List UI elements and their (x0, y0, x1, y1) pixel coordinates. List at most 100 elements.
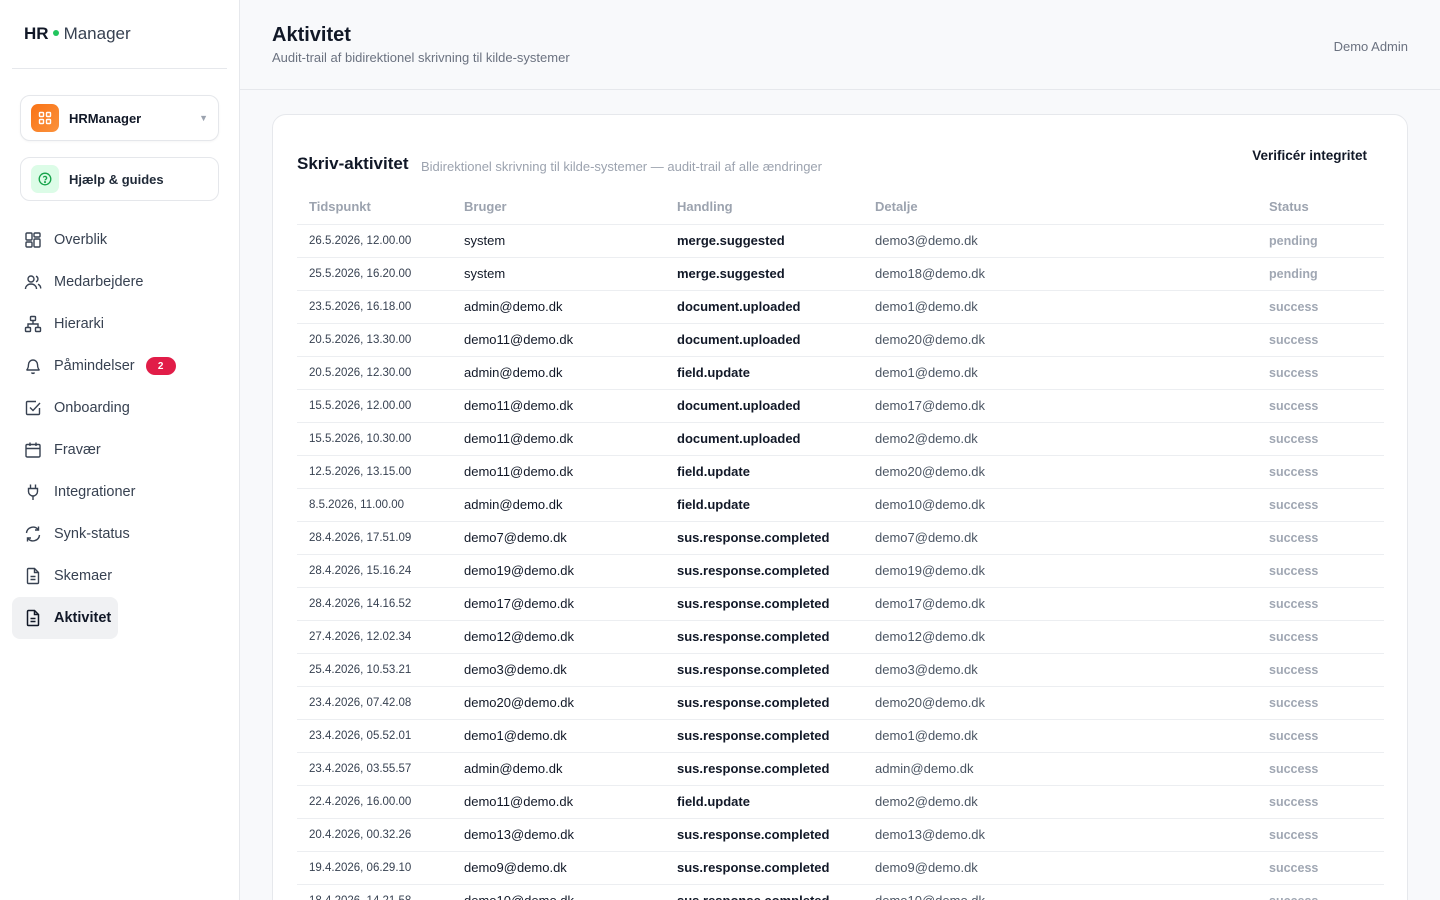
table-row[interactable]: 23.4.2026, 03.55.57 admin@demo.dk sus.resp… (297, 752, 1384, 786)
nav-item-skemaer[interactable]: Skemaer (12, 555, 228, 597)
nav-label: Onboarding (54, 400, 130, 416)
table-row[interactable]: 12.5.2026, 13.15.00 demo11@demo.dk field.u… (297, 455, 1384, 489)
cell-detail: admin@demo.dk (863, 752, 1257, 786)
cell-detail: demo17@demo.dk (863, 587, 1257, 621)
cell-user: demo9@demo.dk (452, 851, 665, 885)
table-row[interactable]: 15.5.2026, 12.00.00 demo11@demo.dk documen… (297, 389, 1384, 423)
logo-dot (52, 30, 59, 36)
column-header[interactable]: Detalje (863, 190, 1257, 225)
cell-action: sus.response.completed (665, 818, 863, 852)
cell-user: demo11@demo.dk (452, 455, 665, 489)
nav-item-medarbejdere[interactable]: Medarbejdere (12, 261, 228, 303)
cell-status: success (1257, 488, 1384, 522)
table-row[interactable]: 22.4.2026, 16.00.00 demo11@demo.dk field.u… (297, 785, 1384, 819)
nav-label: Medarbejdere (54, 274, 144, 290)
activity-card: Skriv-aktivitet Bidirektionel skrivning … (272, 114, 1408, 900)
table-row[interactable]: 25.4.2026, 10.53.21 demo3@demo.dk sus.resp… (297, 653, 1384, 687)
bell-icon (26, 359, 40, 375)
cell-status: success (1257, 356, 1384, 390)
cell-detail: demo13@demo.dk (863, 818, 1257, 852)
nav-item-hierarki[interactable]: Hierarki (12, 303, 228, 345)
cell-detail: demo18@demo.dk (863, 257, 1257, 291)
cell-user: demo20@demo.dk (452, 686, 665, 720)
cell-status: success (1257, 521, 1384, 555)
cell-status: success (1257, 620, 1384, 654)
cell-status: pending (1257, 257, 1384, 291)
cell-detail: demo20@demo.dk (863, 323, 1257, 357)
cell-user: demo11@demo.dk (452, 323, 665, 357)
cell-user: demo11@demo.dk (452, 389, 665, 423)
cell-detail: demo20@demo.dk (863, 455, 1257, 489)
cell-timestamp: 28.4.2026, 17.51.09 (297, 521, 452, 555)
table-body: 26.5.2026, 12.00.00 system merge.suggested… (297, 224, 1384, 900)
table-row[interactable]: 23.4.2026, 05.52.01 demo1@demo.dk sus.resp… (297, 719, 1384, 753)
nav-item-integrationer[interactable]: Integrationer (12, 471, 228, 513)
cell-action: field.update (665, 785, 863, 819)
nav-item-paamindelser[interactable]: Påmindelser 2 (12, 345, 228, 387)
cell-action: sus.response.completed (665, 719, 863, 753)
cell-status: success (1257, 389, 1384, 423)
table-header-row: Tidspunkt Bruger Handling Detalje Status (297, 190, 1384, 225)
cell-action: sus.response.completed (665, 686, 863, 720)
cell-status: success (1257, 290, 1384, 324)
page-title: Aktivitet (272, 24, 351, 46)
logo-hr: HR (24, 24, 49, 43)
card-subtitle: Bidirektionel skrivning til kilde-system… (421, 159, 822, 174)
verify-integrity-button[interactable]: Verificér integritet (1252, 148, 1367, 163)
table-row[interactable]: 20.5.2026, 12.30.00 admin@demo.dk field.up… (297, 356, 1384, 390)
cell-action: sus.response.completed (665, 620, 863, 654)
table-row[interactable]: 18.4.2026, 14.21.58demo10@demo.dksus.res… (297, 884, 1384, 900)
cell-timestamp: 28.4.2026, 15.16.24 (297, 554, 452, 588)
nav-item-fravaer[interactable]: Fravær (12, 429, 228, 471)
table-row[interactable]: 23.4.2026, 07.42.08 demo20@demo.dk sus.res… (297, 686, 1384, 720)
table-row[interactable]: 19.4.2026, 06.29.10 demo9@demo.dk sus.resp… (297, 851, 1384, 885)
cell-detail: demo20@demo.dk (863, 686, 1257, 720)
table-row[interactable]: 28.4.2026, 14.16.52 demo17@demo.dk sus.res… (297, 587, 1384, 621)
table-row[interactable]: 28.4.2026, 17.51.09 demo7@demo.dk sus.resp… (297, 521, 1384, 555)
table-row[interactable]: 15.5.2026, 10.30.00 demo11@demo.dk documen… (297, 422, 1384, 456)
cell-user: demo17@demo.dk (452, 587, 665, 621)
file-text-icon (26, 609, 40, 627)
nav-label: Aktivitet (54, 610, 112, 626)
cell-timestamp: 8.5.2026, 11.00.00 (297, 488, 452, 522)
table-row[interactable]: 25.5.2026, 16.20.00 system merge.suggested… (297, 257, 1384, 291)
cell-detail: demo7@demo.dk (863, 521, 1257, 555)
table-row[interactable]: 20.4.2026, 00.32.26 demo13@demo.dk sus.res… (297, 818, 1384, 852)
cell-detail: demo2@demo.dk (863, 422, 1257, 456)
chevron-down-icon: ▼ (199, 113, 208, 123)
cell-user: admin@demo.dk (452, 488, 665, 522)
table-row[interactable]: 20.5.2026, 13.30.00 demo11@demo.dk documen… (297, 323, 1384, 357)
nav-item-onboarding[interactable]: Onboarding (12, 387, 228, 429)
page-subtitle: Audit-trail af bidirektionel skrivning t… (272, 50, 570, 65)
nav-item-synk-status[interactable]: Synk-status (12, 513, 228, 555)
cell-detail: demo10@demo.dk (863, 488, 1257, 522)
column-header[interactable]: Tidspunkt (297, 190, 452, 225)
table-row[interactable]: 27.4.2026, 12.02.34 demo12@demo.dk sus.res… (297, 620, 1384, 654)
column-header[interactable]: Handling (665, 190, 863, 225)
help-guides-button[interactable]: Hjælp & guides (20, 157, 219, 201)
cell-detail: demo1@demo.dk (863, 356, 1257, 390)
cell-detail: demo10@demo.dk (863, 884, 1257, 900)
table-row[interactable]: 8.5.2026, 11.00.00 admin@demo.dk field.upd… (297, 488, 1384, 522)
table-row[interactable]: 23.5.2026, 16.18.00 admin@demo.dk document… (297, 290, 1384, 324)
nav-item-overblik[interactable]: Overblik (12, 219, 228, 261)
column-header[interactable]: Status (1257, 190, 1384, 225)
org-selector[interactable]: HRManager ▼ (20, 95, 219, 141)
cell-action: field.update (665, 455, 863, 489)
cell-status: success (1257, 884, 1384, 900)
nav-label: Synk-status (54, 526, 130, 542)
column-header[interactable]: Bruger (452, 190, 665, 225)
nav-item-aktivitet[interactable]: Aktivitet (12, 597, 118, 639)
grid-icon (25, 232, 41, 248)
cell-detail: demo19@demo.dk (863, 554, 1257, 588)
app-logo[interactable]: HR Manager (12, 0, 227, 69)
table-row[interactable]: 26.5.2026, 12.00.00 system merge.suggested… (297, 224, 1384, 258)
cell-user: demo19@demo.dk (452, 554, 665, 588)
cell-action: sus.response.completed (665, 521, 863, 555)
cell-timestamp: 26.5.2026, 12.00.00 (297, 224, 452, 258)
table-row[interactable]: 28.4.2026, 15.16.24 demo19@demo.dk sus.res… (297, 554, 1384, 588)
hierarchy-icon (24, 315, 42, 333)
cell-user: demo13@demo.dk (452, 818, 665, 852)
user-menu[interactable]: Demo Admin (1334, 39, 1408, 54)
cell-action: merge.suggested (665, 224, 863, 258)
